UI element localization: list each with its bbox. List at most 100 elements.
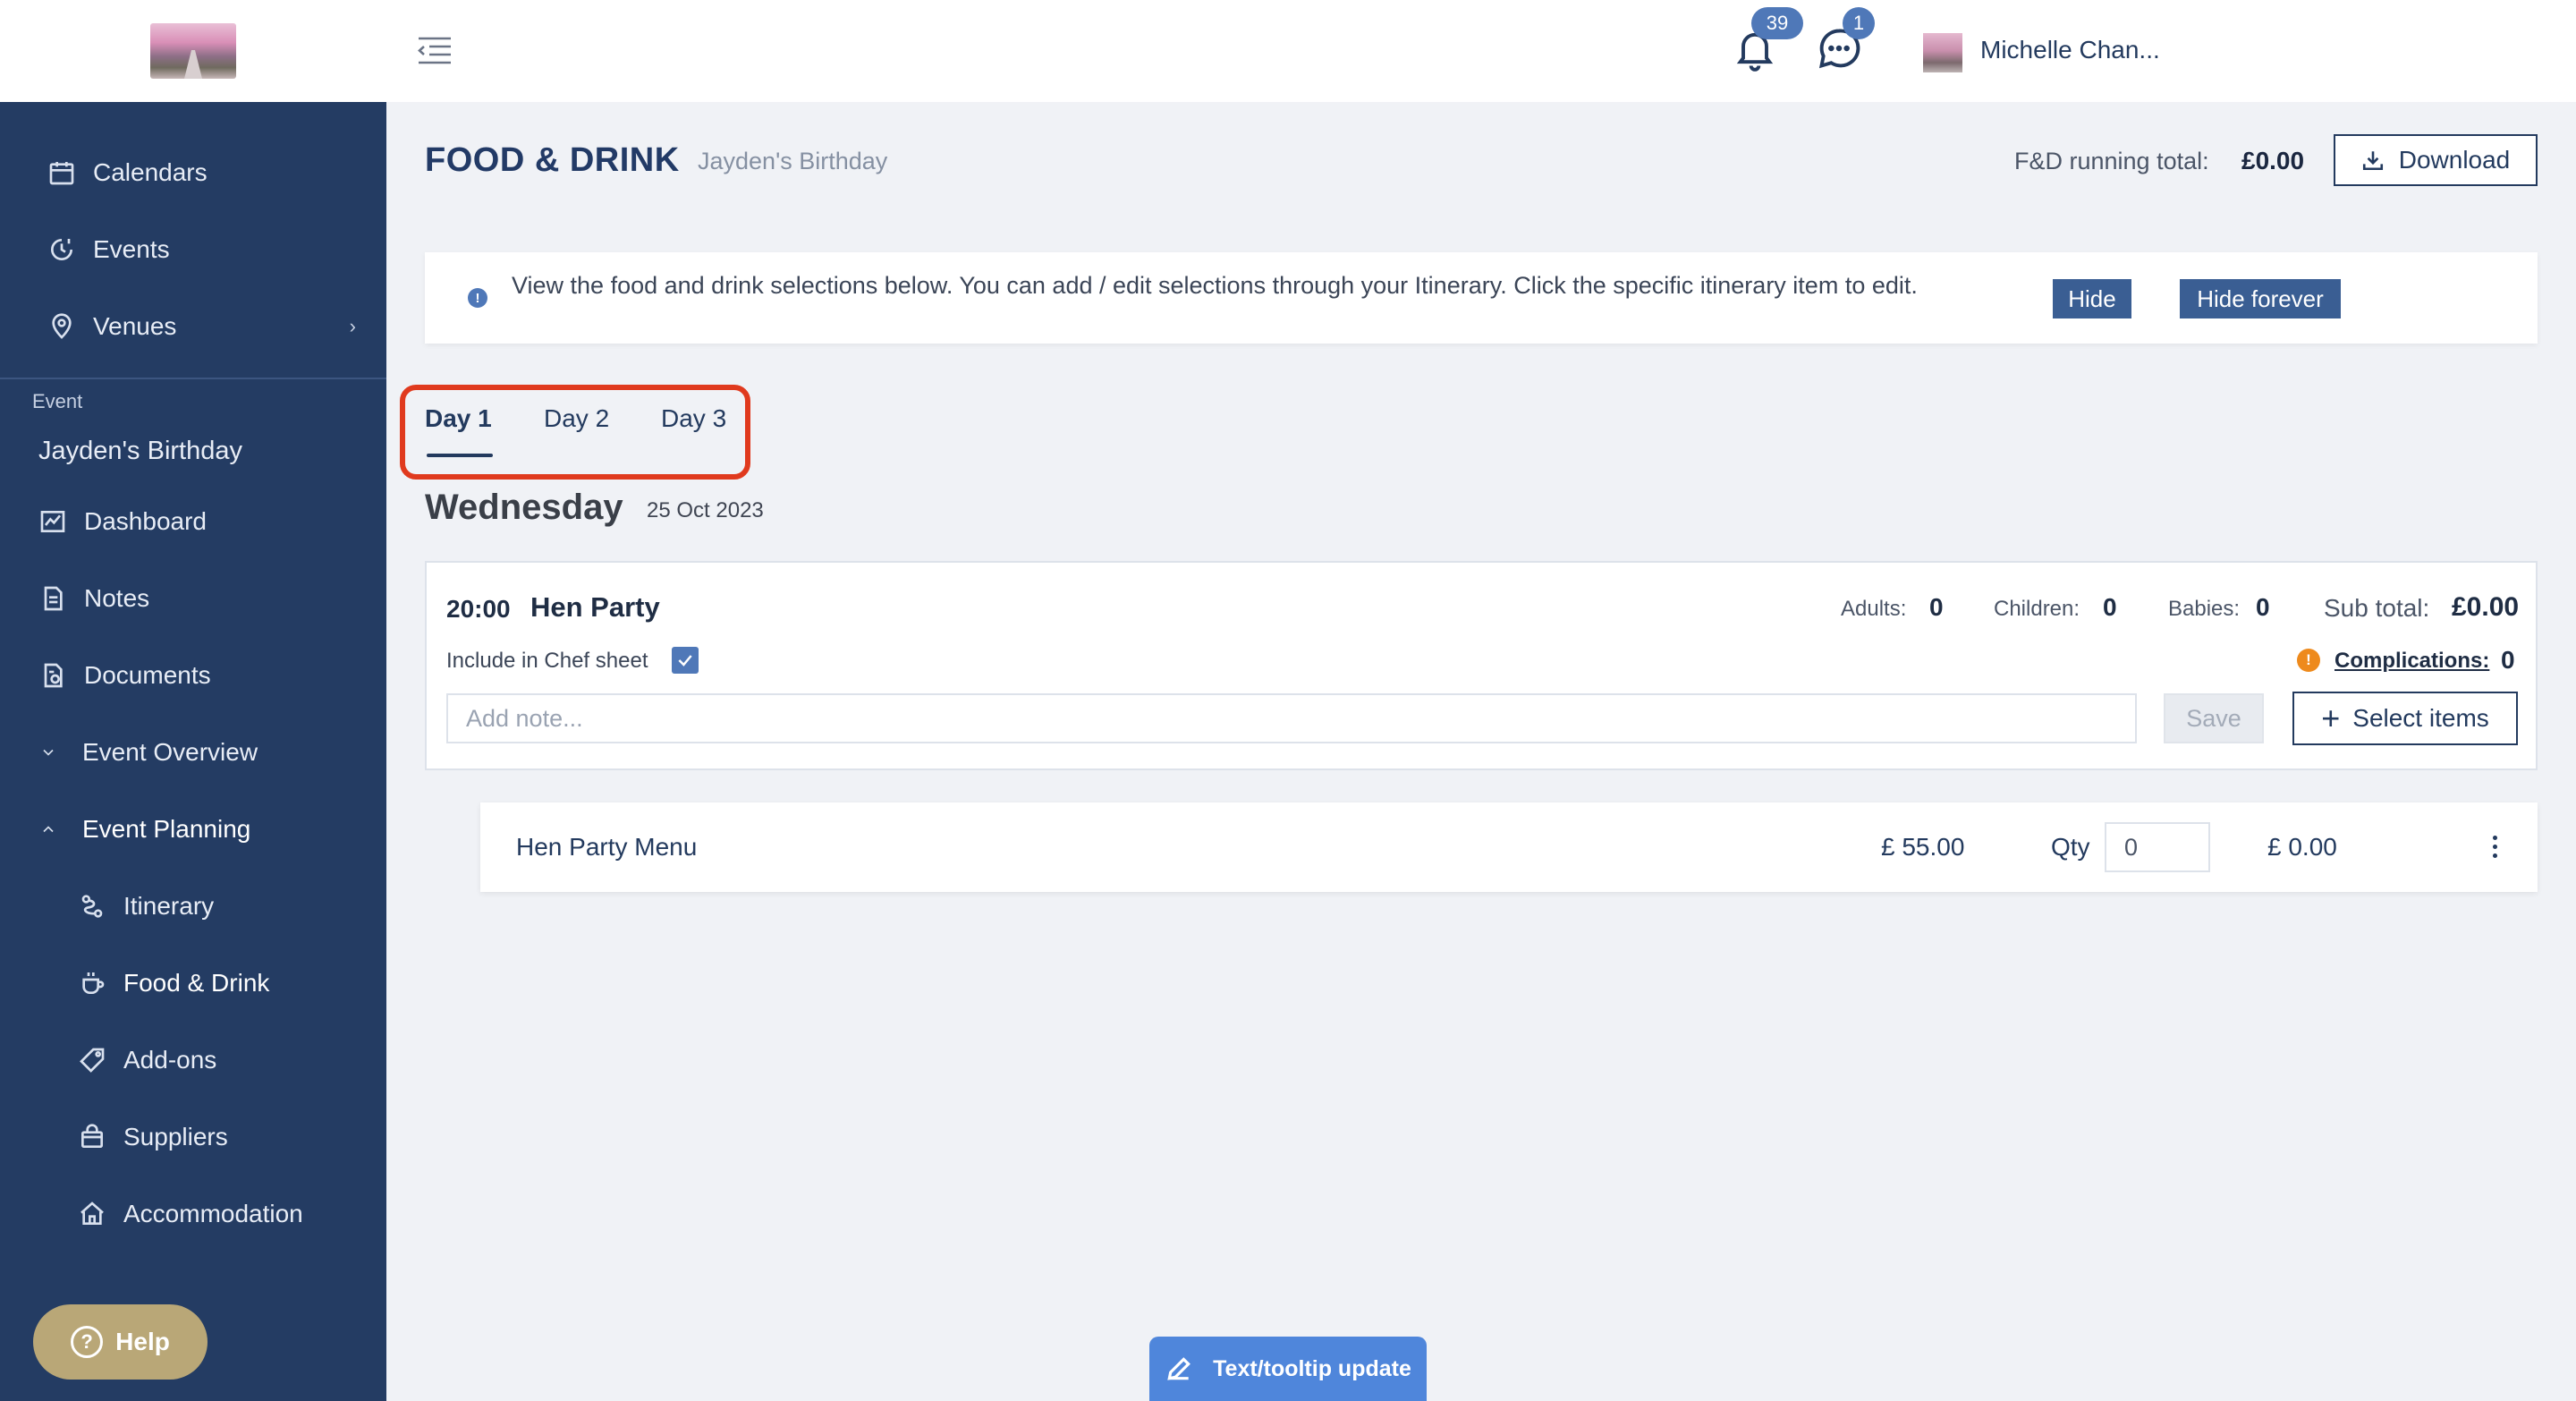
events-icon: [47, 234, 77, 265]
documents-icon: [38, 660, 68, 691]
location-pin-icon: [47, 311, 77, 342]
section-label: Event: [32, 390, 83, 412]
info-icon: !: [468, 288, 487, 308]
item-time: 20:00: [446, 595, 511, 623]
tooltip-update-label: Text/tooltip update: [1213, 1355, 1411, 1381]
subtotal-value: £0.00: [2452, 592, 2520, 622]
complications-link[interactable]: Complications:: [2334, 649, 2489, 674]
avatar[interactable]: [1923, 33, 1962, 72]
adults-value: 0: [1929, 593, 1944, 621]
chef-sheet-checkbox[interactable]: [672, 647, 699, 674]
help-button[interactable]: ? Help: [33, 1304, 208, 1380]
question-icon: ?: [71, 1326, 104, 1358]
item-title: Hen Party: [530, 591, 660, 623]
sidebar-item-documents[interactable]: Documents: [0, 637, 386, 714]
help-label: Help: [115, 1328, 170, 1355]
sidebar-item-event-planning[interactable]: Event Planning: [0, 791, 386, 868]
main-nav: Calendars Events Venues ›: [0, 102, 386, 379]
logo-container: [0, 0, 386, 102]
select-items-label: Select items: [2352, 704, 2489, 732]
day-date: 25 Oct 2023: [647, 498, 764, 522]
download-button[interactable]: Download: [2334, 134, 2538, 186]
info-panel: ! View the food and drink selections bel…: [425, 252, 2538, 344]
save-button[interactable]: Save: [2164, 693, 2264, 743]
menu-item-row: Hen Party Menu £ 55.00 Qty £ 0.00: [480, 802, 2538, 892]
qty-input[interactable]: [2105, 822, 2210, 872]
messages-count-badge: 1: [1843, 7, 1875, 39]
user-name[interactable]: Michelle Chan...: [1980, 36, 2160, 64]
note-input[interactable]: [446, 693, 2137, 743]
children-value: 0: [2103, 593, 2117, 621]
select-items-button[interactable]: + Select items: [2292, 692, 2518, 745]
bag-icon: [77, 1122, 107, 1152]
event-nav: Dashboard Notes Documents Event Overview…: [0, 483, 386, 1252]
sidebar-item-label: Notes: [84, 584, 150, 612]
cup-icon: [77, 968, 107, 998]
sidebar-item-event-overview[interactable]: Event Overview: [0, 714, 386, 791]
sidebar-item-label: Dashboard: [84, 507, 207, 535]
hide-button[interactable]: Hide: [2053, 279, 2131, 318]
sidebar-item-label: Add-ons: [123, 1046, 217, 1074]
sidebar-item-label: Accommodation: [123, 1200, 303, 1227]
menu-item-price: £ 55.00: [1881, 833, 1965, 861]
babies-label: Babies:: [2168, 597, 2241, 621]
menu-item-name: Hen Party Menu: [516, 833, 698, 861]
calendar-icon: [47, 157, 77, 188]
sidebar-item-calendars[interactable]: Calendars: [0, 134, 386, 211]
sidebar-item-dashboard[interactable]: Dashboard: [0, 483, 386, 560]
current-event-name: Jayden's Birthday: [38, 436, 242, 465]
venue-logo[interactable]: [150, 23, 236, 79]
sidebar-item-notes[interactable]: Notes: [0, 560, 386, 637]
notifications-count-badge: 39: [1751, 7, 1803, 39]
info-text: View the food and drink selections below…: [512, 272, 1918, 299]
sidebar-item-venues[interactable]: Venues ›: [0, 288, 386, 365]
chart-icon: [38, 506, 68, 537]
sidebar-item-label: Suppliers: [123, 1123, 228, 1151]
page-subtitle: Jayden's Birthday: [698, 148, 888, 174]
chevron-up-icon: [38, 814, 59, 845]
tag-icon: [77, 1045, 107, 1075]
text-tooltip-update-button[interactable]: Text/tooltip update: [1149, 1337, 1427, 1401]
sidebar-item-suppliers[interactable]: Suppliers: [0, 1099, 386, 1176]
chevron-down-icon: [38, 737, 59, 768]
tab-day-3[interactable]: Day 3: [661, 404, 726, 433]
pencil-icon: [1167, 1357, 1191, 1380]
download-label: Download: [2398, 146, 2511, 174]
sidebar-item-itinerary[interactable]: Itinerary: [0, 868, 386, 945]
sidebar-item-label: Event Overview: [82, 738, 258, 766]
tab-day-1[interactable]: Day 1: [425, 404, 492, 433]
menu-item-total: £ 0.00: [2267, 833, 2337, 861]
sidebar-item-label: Calendars: [93, 158, 208, 186]
sidebar-item-label: Documents: [84, 661, 211, 689]
running-total-label: F&D running total:: [2014, 148, 2209, 174]
chevron-right-icon: ›: [349, 315, 356, 337]
sidebar-item-add-ons[interactable]: Add-ons: [0, 1022, 386, 1099]
sidebar-item-label: Event Planning: [82, 815, 251, 843]
plus-icon: +: [2321, 700, 2341, 736]
complications-value: 0: [2501, 646, 2515, 674]
hide-forever-button[interactable]: Hide forever: [2180, 279, 2341, 318]
itinerary-icon: [77, 891, 107, 921]
notes-icon: [38, 583, 68, 614]
active-tab-indicator: [427, 454, 493, 457]
sidebar-item-events[interactable]: Events: [0, 211, 386, 288]
download-icon: [2362, 151, 2383, 171]
sidebar-item-label: Events: [93, 235, 170, 263]
itinerary-item-card[interactable]: 20:00 Hen Party Adults: 0 Children: 0 Ba…: [425, 561, 2538, 770]
sidebar-item-label: Venues: [93, 312, 177, 340]
chef-sheet-label: Include in Chef sheet: [446, 649, 648, 673]
qty-label: Qty: [2051, 833, 2090, 861]
checkmark-icon: [678, 655, 692, 667]
running-total-value: £0.00: [2241, 147, 2305, 174]
subtotal-label: Sub total:: [2324, 594, 2430, 622]
sidebar: Calendars Events Venues › Event Jayden's…: [0, 0, 386, 1401]
tab-day-2[interactable]: Day 2: [544, 404, 609, 433]
children-label: Children:: [1994, 597, 2080, 621]
house-icon: [77, 1199, 107, 1229]
collapse-menu-icon[interactable]: [417, 36, 453, 66]
sidebar-item-food-drink[interactable]: Food & Drink: [0, 945, 386, 1022]
topbar: [386, 0, 2576, 102]
sidebar-item-accommodation[interactable]: Accommodation: [0, 1176, 386, 1252]
more-options-icon[interactable]: [2484, 826, 2505, 867]
babies-value: 0: [2256, 593, 2270, 621]
